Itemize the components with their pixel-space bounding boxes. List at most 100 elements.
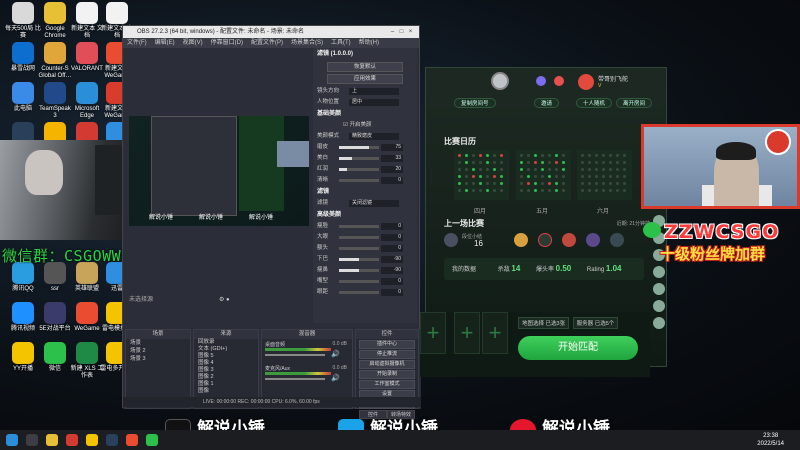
windows-start-icon[interactable] [6,434,18,446]
volume-slider[interactable] [265,354,325,356]
slider-value[interactable]: 0 [381,289,403,296]
wechat-taskbar-icon[interactable] [146,434,158,446]
reset-default-button[interactable]: 恢复默认 [327,62,403,72]
beauty-slider[interactable]: 清晰 0 [313,175,417,186]
control-button[interactable]: 开始录制 [359,370,415,379]
slider-track[interactable] [339,247,379,250]
source-item[interactable]: 图像 [194,388,258,395]
menu-item[interactable]: 视图(V) [183,40,203,46]
add-player-slot[interactable]: + [482,312,508,354]
slider-value[interactable]: 33 [381,155,403,162]
source-item[interactable]: 图像 3 [194,367,258,374]
menu-item[interactable]: 编辑(E) [155,40,175,46]
slider-track[interactable] [339,179,379,182]
gear-icon[interactable]: ⚙ ● [219,294,230,306]
desktop-icon[interactable]: 暴雪战网 [5,42,41,73]
close-icon[interactable]: × [406,26,415,38]
beauty-slider[interactable]: 眼距 0 [313,287,417,298]
control-button[interactable]: 插件中心 [359,340,415,349]
enable-beauty-checkbox[interactable]: ☑ 开启美颜 [313,120,417,131]
server-select[interactable]: 服务器 已选5个 [572,317,619,329]
slider-track[interactable] [339,269,379,272]
slider-track[interactable] [339,280,379,283]
slider-track[interactable] [339,146,379,149]
desktop-icon[interactable]: Google Chrome [37,2,73,40]
menu-item[interactable]: 帮助(H) [359,40,379,46]
desktop-icon[interactable]: 腾讯QQ [5,262,41,293]
slider-value[interactable]: -90 [381,256,403,263]
source-item[interactable]: 图像 2 [194,374,258,381]
slider-value[interactable]: 20 [381,166,403,173]
beauty-slider[interactable]: 瘦脸 0 [313,221,417,232]
source-item[interactable]: 图像 1 [194,381,258,388]
obs-preview[interactable]: 解说小锤 解说小锤 解说小锤 [129,116,309,226]
beauty-mode-select[interactable]: 美颜模式 精致磨皮 [313,131,417,142]
random-ten-button[interactable]: 十人随机 [576,98,613,108]
slider-track[interactable] [339,225,379,228]
desktop-icon[interactable]: ssr [37,262,73,293]
slider-value[interactable]: 0 [381,177,403,184]
slider-track[interactable] [339,157,379,160]
desktop-icon[interactable]: TeamSpeak 3 [37,82,73,120]
menu-item[interactable]: 场景集合(S) [291,40,323,46]
slider-value[interactable]: 0 [381,245,403,252]
slider-value[interactable]: 0 [381,278,403,285]
control-button[interactable]: 启动虚拟摄像机 [359,360,415,369]
menu-item[interactable]: 文件(F) [127,40,147,46]
desktop-icon[interactable]: YY开播 [5,342,41,373]
beauty-slider[interactable]: 磨皮 75 [313,142,417,153]
add-player-slot[interactable]: + [454,312,480,354]
slider-value[interactable]: -90 [381,267,403,274]
folder-icon[interactable] [86,434,98,446]
desktop-icon[interactable]: 此电脑 [5,82,41,113]
slider-value[interactable]: 75 [381,144,403,151]
apply-effect-button[interactable]: 应用效果 [327,74,403,84]
add-player-slot[interactable]: + [420,312,446,354]
slider-track[interactable] [339,168,379,171]
user-avatar[interactable] [578,74,594,90]
desktop-icon[interactable]: 腾讯视频 [5,302,41,333]
menu-item[interactable]: 配置文件(P) [251,40,283,46]
taskbar-clock[interactable]: 23:38 2022/5/14 [757,432,784,448]
maximize-icon[interactable]: □ [397,26,406,38]
beauty-slider[interactable]: 大眼 0 [313,232,417,243]
invite-button[interactable]: 邀请 [534,98,560,108]
room-avatar[interactable] [491,72,509,90]
bell-icon[interactable] [536,76,546,86]
camera-direction-select[interactable]: 镜头方向上 [313,86,417,97]
speaker-icon[interactable]: 🔊 [331,350,340,358]
slider-track[interactable] [339,291,379,294]
minimize-icon[interactable]: – [388,26,397,38]
slider-track[interactable] [339,258,379,261]
chat-avatar[interactable] [653,300,665,312]
app-icon[interactable] [66,434,78,446]
beauty-slider[interactable]: 红润 20 [313,164,417,175]
chat-avatar[interactable] [653,266,665,278]
desktop-icon[interactable]: 5E对战平台 [37,302,73,333]
control-button[interactable]: 停止推流 [359,350,415,359]
beauty-slider[interactable]: 额头 0 [313,243,417,254]
start-match-button[interactable]: 开始匹配 [518,336,638,360]
chat-avatar[interactable] [653,283,665,295]
beauty-slider[interactable]: 美白 33 [313,153,417,164]
map-select[interactable]: 地图选择 已选3张 [518,317,570,329]
menu-item[interactable]: 停靠窗口(D) [211,40,243,46]
volume-slider[interactable] [265,378,325,380]
scene-item[interactable]: 场景 [126,339,190,347]
scene-item[interactable]: 场景 2 [126,347,190,355]
chrome-icon[interactable] [46,434,58,446]
slider-value[interactable]: 0 [381,223,403,230]
search-icon[interactable] [26,434,38,446]
source-item[interactable]: 图像 4 [194,360,258,367]
beauty-slider[interactable]: 瘦鼻 -90 [313,265,417,276]
mail-icon[interactable] [554,76,564,86]
slider-value[interactable]: 0 [381,234,403,241]
desktop-icon[interactable]: Counter-S Global Off… [37,42,73,80]
source-item[interactable]: 图像 5 [194,353,258,360]
control-button[interactable]: 工作室模式 [359,380,415,389]
menu-item[interactable]: 工具(T) [331,40,351,46]
person-position-select[interactable]: 人物位置 居中 [313,97,417,108]
leave-room-button[interactable]: 离开房间 [616,98,653,108]
speaker-icon[interactable]: 🔊 [331,374,340,382]
obs-titlebar[interactable]: OBS 27.2.3 (64 bit, windows) - 配置文件: 未命名… [123,26,419,38]
